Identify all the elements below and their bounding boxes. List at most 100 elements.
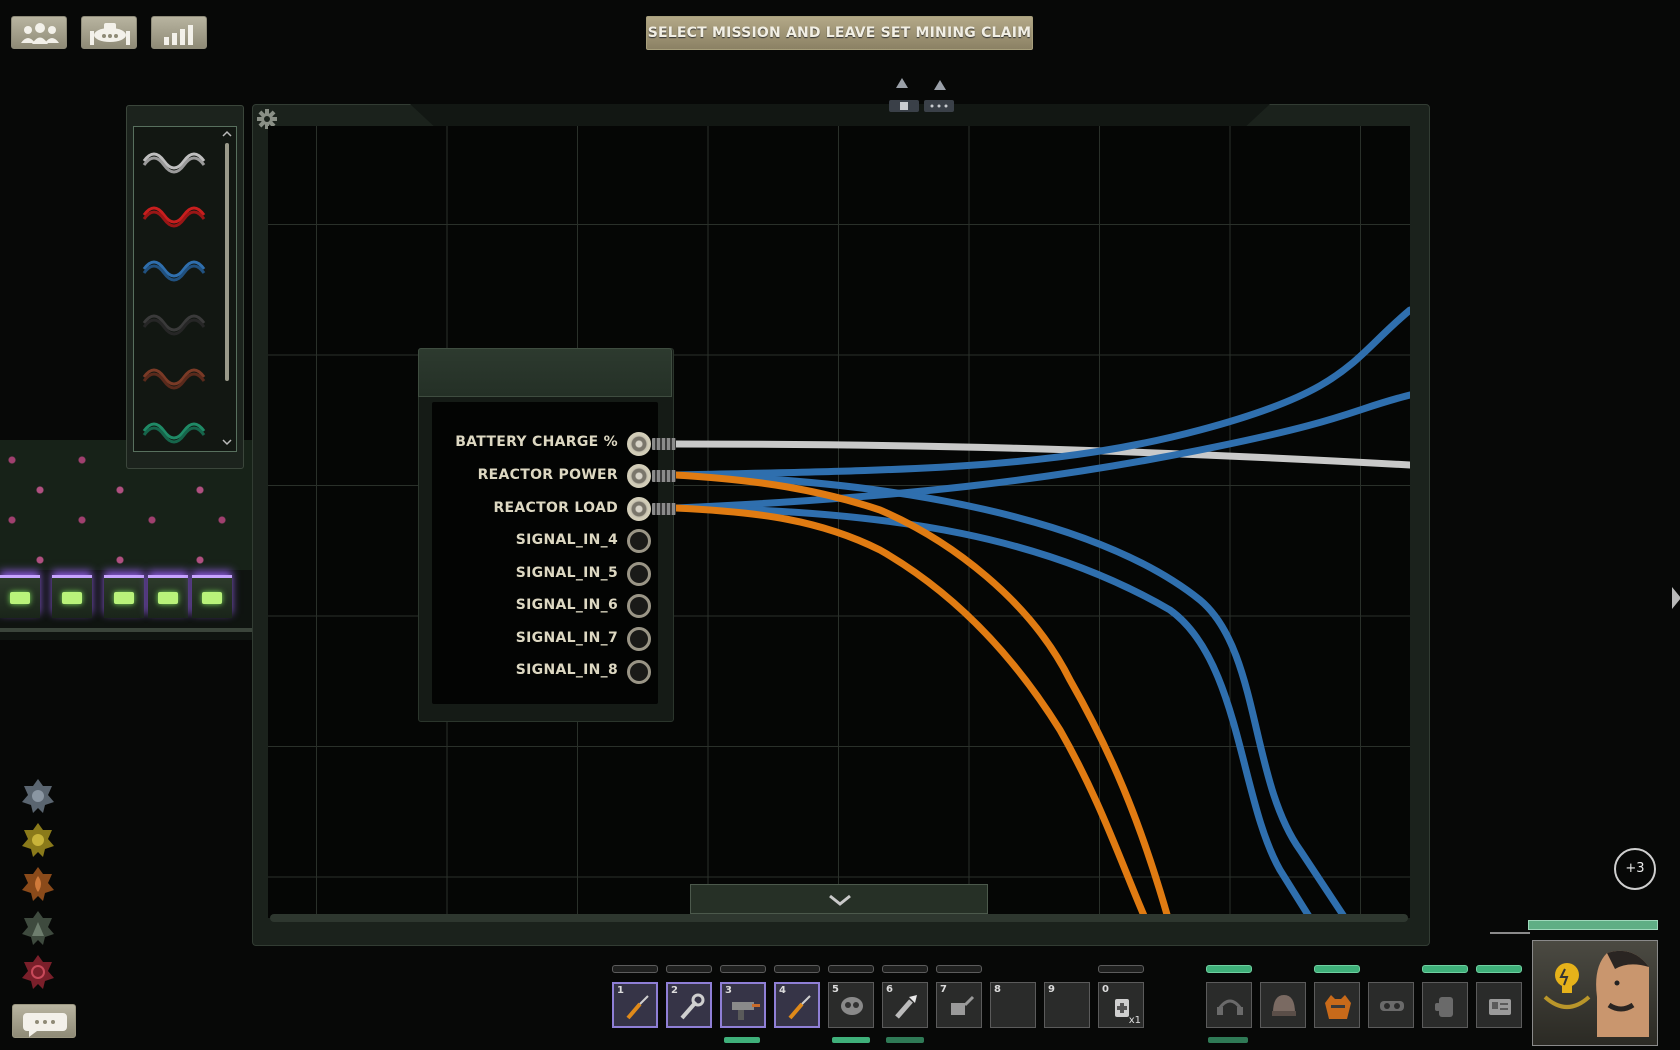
screwdriver-icon bbox=[788, 995, 811, 1020]
condition-bar bbox=[832, 1037, 870, 1043]
wire-plug[interactable] bbox=[652, 470, 676, 482]
headset-icon bbox=[1217, 999, 1243, 1015]
mechanical-skill-icon[interactable] bbox=[20, 822, 56, 858]
input-label: SIGNAL_IN_8 bbox=[515, 662, 618, 678]
slot-indicator bbox=[1314, 965, 1360, 973]
combat-skill-icon[interactable] bbox=[20, 954, 56, 990]
notification-badge[interactable]: +3 bbox=[1614, 848, 1656, 890]
hotbar-slot-7[interactable]: 7 bbox=[936, 982, 982, 1028]
slot-indicator bbox=[1206, 965, 1252, 973]
glove-icon bbox=[1435, 997, 1453, 1017]
equip-slot-headset[interactable] bbox=[1206, 982, 1252, 1028]
watering-can-icon bbox=[951, 995, 975, 1015]
input-connector[interactable] bbox=[627, 660, 651, 684]
character-portrait[interactable] bbox=[1532, 940, 1658, 1046]
palette-scrollbar[interactable] bbox=[225, 143, 229, 381]
hotbar-slot-2[interactable]: 2 bbox=[666, 982, 712, 1028]
equip-slot-helmet[interactable] bbox=[1260, 982, 1306, 1028]
portrait-connector bbox=[1490, 932, 1530, 934]
wire-palette bbox=[126, 105, 244, 469]
stats-button[interactable] bbox=[151, 16, 207, 49]
chevron-down-icon[interactable] bbox=[222, 437, 232, 447]
input-connector[interactable] bbox=[627, 529, 651, 553]
hotbar-slot-3[interactable]: 3 bbox=[720, 982, 766, 1028]
input-connector[interactable] bbox=[627, 432, 651, 456]
input-label: SIGNAL_IN_6 bbox=[515, 597, 618, 613]
flashlight-icon bbox=[895, 995, 917, 1019]
planter-light bbox=[52, 575, 92, 618]
wire-plug[interactable] bbox=[652, 438, 676, 450]
item-count: x1 bbox=[1128, 1015, 1141, 1026]
equip-slot-glove[interactable] bbox=[1422, 982, 1468, 1028]
mission-button[interactable] bbox=[81, 16, 137, 49]
green-wire-icon[interactable] bbox=[140, 409, 212, 449]
black-wire-icon[interactable] bbox=[140, 301, 212, 341]
helmet-icon bbox=[1272, 995, 1296, 1016]
welding-tool-icon bbox=[732, 1002, 760, 1020]
equip-slot-goggles[interactable] bbox=[1368, 982, 1414, 1028]
hotbar-slot-1[interactable]: 1 bbox=[612, 982, 658, 1028]
collapse-panel-button[interactable] bbox=[690, 884, 988, 914]
slot-indicator bbox=[828, 965, 874, 973]
input-connector[interactable] bbox=[627, 464, 651, 488]
panel-top-bevel bbox=[410, 104, 1270, 128]
red-wire-icon[interactable] bbox=[140, 193, 212, 233]
input-label: REACTOR POWER bbox=[477, 467, 618, 483]
planter-light bbox=[104, 575, 144, 618]
equip-slot-id-card[interactable] bbox=[1476, 982, 1522, 1028]
slot-number: 8 bbox=[994, 984, 1001, 995]
input-connector[interactable] bbox=[627, 497, 651, 521]
slot-indicator bbox=[882, 965, 928, 973]
floor-line bbox=[0, 628, 252, 632]
goggles-icon bbox=[1380, 1001, 1404, 1011]
crew-icon bbox=[21, 23, 59, 44]
wire-list bbox=[133, 126, 237, 452]
gray-wire-icon[interactable] bbox=[140, 139, 212, 179]
slot-indicator bbox=[666, 965, 712, 973]
planter-light bbox=[148, 575, 188, 618]
nature-skill-icon[interactable] bbox=[20, 910, 56, 946]
slot-number: 9 bbox=[1048, 984, 1055, 995]
chat-button[interactable] bbox=[12, 1004, 76, 1038]
crew-button[interactable] bbox=[11, 16, 67, 49]
hotbar-slot-0[interactable]: 0 x1 bbox=[1098, 982, 1144, 1028]
wrench-icon bbox=[680, 993, 705, 1020]
planter-light bbox=[0, 575, 40, 618]
character-face bbox=[1596, 950, 1649, 1037]
chat-icon bbox=[23, 1013, 67, 1037]
slot-indicator bbox=[1098, 965, 1144, 973]
panel-bottom-bar bbox=[270, 914, 1408, 922]
wire-plug[interactable] bbox=[652, 503, 676, 515]
input-connector[interactable] bbox=[627, 594, 651, 618]
blue-wire-icon[interactable] bbox=[140, 247, 212, 287]
hotbar-slot-8[interactable]: 8 bbox=[990, 982, 1036, 1028]
equip-slot-vest[interactable] bbox=[1314, 982, 1360, 1028]
panel-tab-icons[interactable] bbox=[888, 76, 956, 118]
slot-indicator bbox=[1476, 965, 1522, 973]
fire-skill-icon[interactable] bbox=[20, 866, 56, 902]
hotbar-slot-5[interactable]: 5 bbox=[828, 982, 874, 1028]
id-card-icon bbox=[1489, 999, 1511, 1015]
input-label: SIGNAL_IN_7 bbox=[515, 630, 618, 646]
medical-skill-icon[interactable] bbox=[20, 778, 56, 814]
component-header[interactable] bbox=[418, 348, 672, 397]
slot-indicator bbox=[612, 965, 658, 973]
slot-indicator bbox=[936, 965, 982, 973]
brown-wire-icon[interactable] bbox=[140, 355, 212, 395]
input-label: BATTERY CHARGE % bbox=[455, 434, 618, 450]
slot-indicator bbox=[720, 965, 766, 973]
submarine-icon bbox=[90, 23, 130, 45]
chevron-up-icon[interactable] bbox=[222, 129, 232, 139]
hotbar-slot-4[interactable]: 4 bbox=[774, 982, 820, 1028]
hotbar-slot-6[interactable]: 6 bbox=[882, 982, 928, 1028]
input-connector[interactable] bbox=[627, 562, 651, 586]
input-label: SIGNAL_IN_5 bbox=[515, 565, 618, 581]
planter-light bbox=[192, 575, 232, 618]
condition-bar bbox=[1208, 1037, 1248, 1043]
right-arrow-icon[interactable] bbox=[1672, 587, 1680, 609]
condition-bar bbox=[724, 1037, 760, 1043]
objective-banner[interactable]: SELECT MISSION AND LEAVE SET MINING CLAI… bbox=[646, 16, 1033, 50]
hotbar-slot-9[interactable]: 9 bbox=[1044, 982, 1090, 1028]
input-connector[interactable] bbox=[627, 627, 651, 651]
slot-indicator bbox=[1422, 965, 1468, 973]
